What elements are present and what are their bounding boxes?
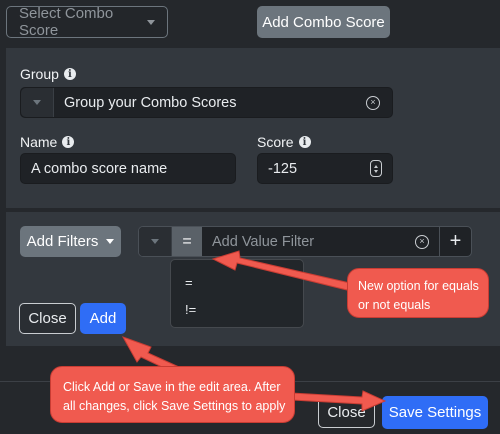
- select-combo-score-label: Select Combo Score: [19, 5, 114, 39]
- score-label: Score i: [257, 134, 311, 150]
- add-filters-button[interactable]: Add Filters: [20, 226, 121, 257]
- operator-option-equals[interactable]: =: [185, 275, 193, 290]
- clear-icon[interactable]: ×: [366, 95, 380, 110]
- operator-option-not-equals-label: !=: [185, 302, 197, 317]
- add-filters-label: Add Filters: [26, 233, 99, 250]
- save-settings-label: Save Settings: [388, 404, 482, 421]
- score-value: -125: [268, 160, 298, 177]
- name-field[interactable]: A combo score name: [20, 153, 236, 184]
- add-combo-score-label: Add Combo Score: [262, 13, 385, 31]
- close-edit-label: Close: [28, 310, 67, 327]
- score-field[interactable]: -125: [257, 153, 393, 184]
- operator-option-not-equals[interactable]: !=: [185, 302, 196, 317]
- group-label: Group i: [20, 66, 76, 82]
- score-label-text: Score: [257, 134, 294, 150]
- group-value: Group your Combo Scores: [64, 94, 237, 111]
- select-combo-score-dropdown[interactable]: Select Combo Score: [6, 5, 168, 39]
- group-select[interactable]: Group your Combo Scores ×: [20, 87, 393, 118]
- combo-edit-panel: [6, 48, 500, 208]
- value-filter-input[interactable]: Add Value Filter ×: [202, 227, 439, 256]
- save-callout: Click Add or Save in the edit area. Afte…: [50, 366, 295, 423]
- operator-toggle-button[interactable]: =: [172, 227, 202, 256]
- operator-dropdown-menu: = !=: [170, 259, 304, 328]
- group-label-text: Group: [20, 66, 59, 82]
- chevron-down-icon: [151, 239, 159, 244]
- info-icon[interactable]: i: [298, 136, 311, 148]
- plus-icon: +: [449, 230, 462, 252]
- close-dialog-button[interactable]: Close: [318, 397, 375, 428]
- add-combo-score-button[interactable]: Add Combo Score: [257, 6, 390, 38]
- equals-callout: New option for equals or not equals: [347, 268, 489, 318]
- add-value-button[interactable]: +: [439, 227, 471, 256]
- info-icon[interactable]: i: [63, 68, 76, 80]
- group-dropdown-toggle[interactable]: [21, 88, 54, 117]
- close-edit-button[interactable]: Close: [19, 303, 76, 334]
- chevron-down-icon: [33, 100, 41, 105]
- chevron-down-icon: [106, 239, 115, 244]
- operator-symbol: =: [182, 232, 192, 250]
- add-label: Add: [89, 310, 117, 327]
- name-label: Name i: [20, 134, 75, 150]
- filter-dropdown-toggle[interactable]: [139, 227, 172, 256]
- operator-option-equals-label: =: [185, 275, 193, 290]
- add-button[interactable]: Add: [80, 303, 126, 334]
- value-filter-group: = Add Value Filter × +: [138, 226, 472, 257]
- stepper-icon[interactable]: [370, 160, 382, 177]
- chevron-down-icon: [147, 19, 155, 25]
- equals-callout-text: New option for equals or not equals: [358, 279, 479, 312]
- value-filter-placeholder: Add Value Filter: [212, 233, 315, 250]
- close-dialog-label: Close: [327, 404, 366, 421]
- name-value: A combo score name: [31, 160, 168, 177]
- clear-icon[interactable]: ×: [415, 234, 429, 249]
- info-icon[interactable]: i: [62, 136, 75, 148]
- save-callout-text: Click Add or Save in the edit area. Afte…: [63, 380, 286, 413]
- name-label-text: Name: [20, 134, 58, 150]
- save-settings-button[interactable]: Save Settings: [382, 396, 488, 429]
